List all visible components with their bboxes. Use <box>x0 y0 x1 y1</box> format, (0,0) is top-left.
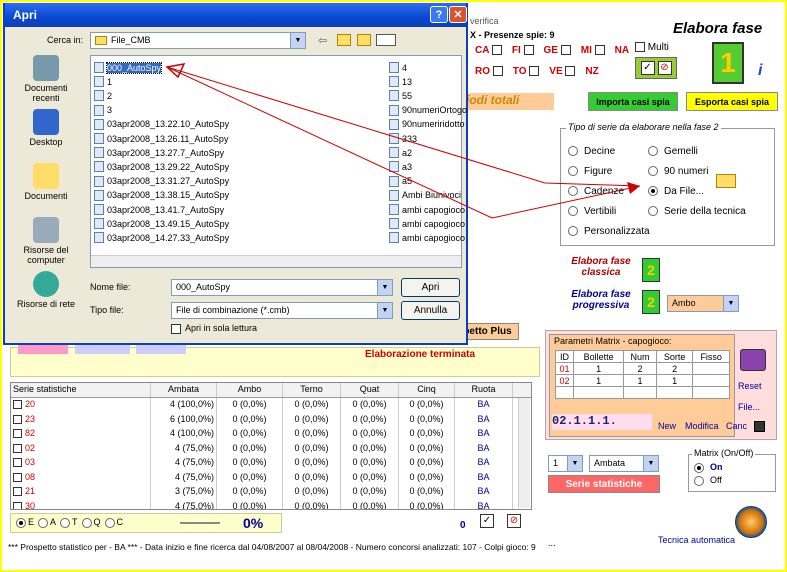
annotation-arrows <box>165 63 641 219</box>
